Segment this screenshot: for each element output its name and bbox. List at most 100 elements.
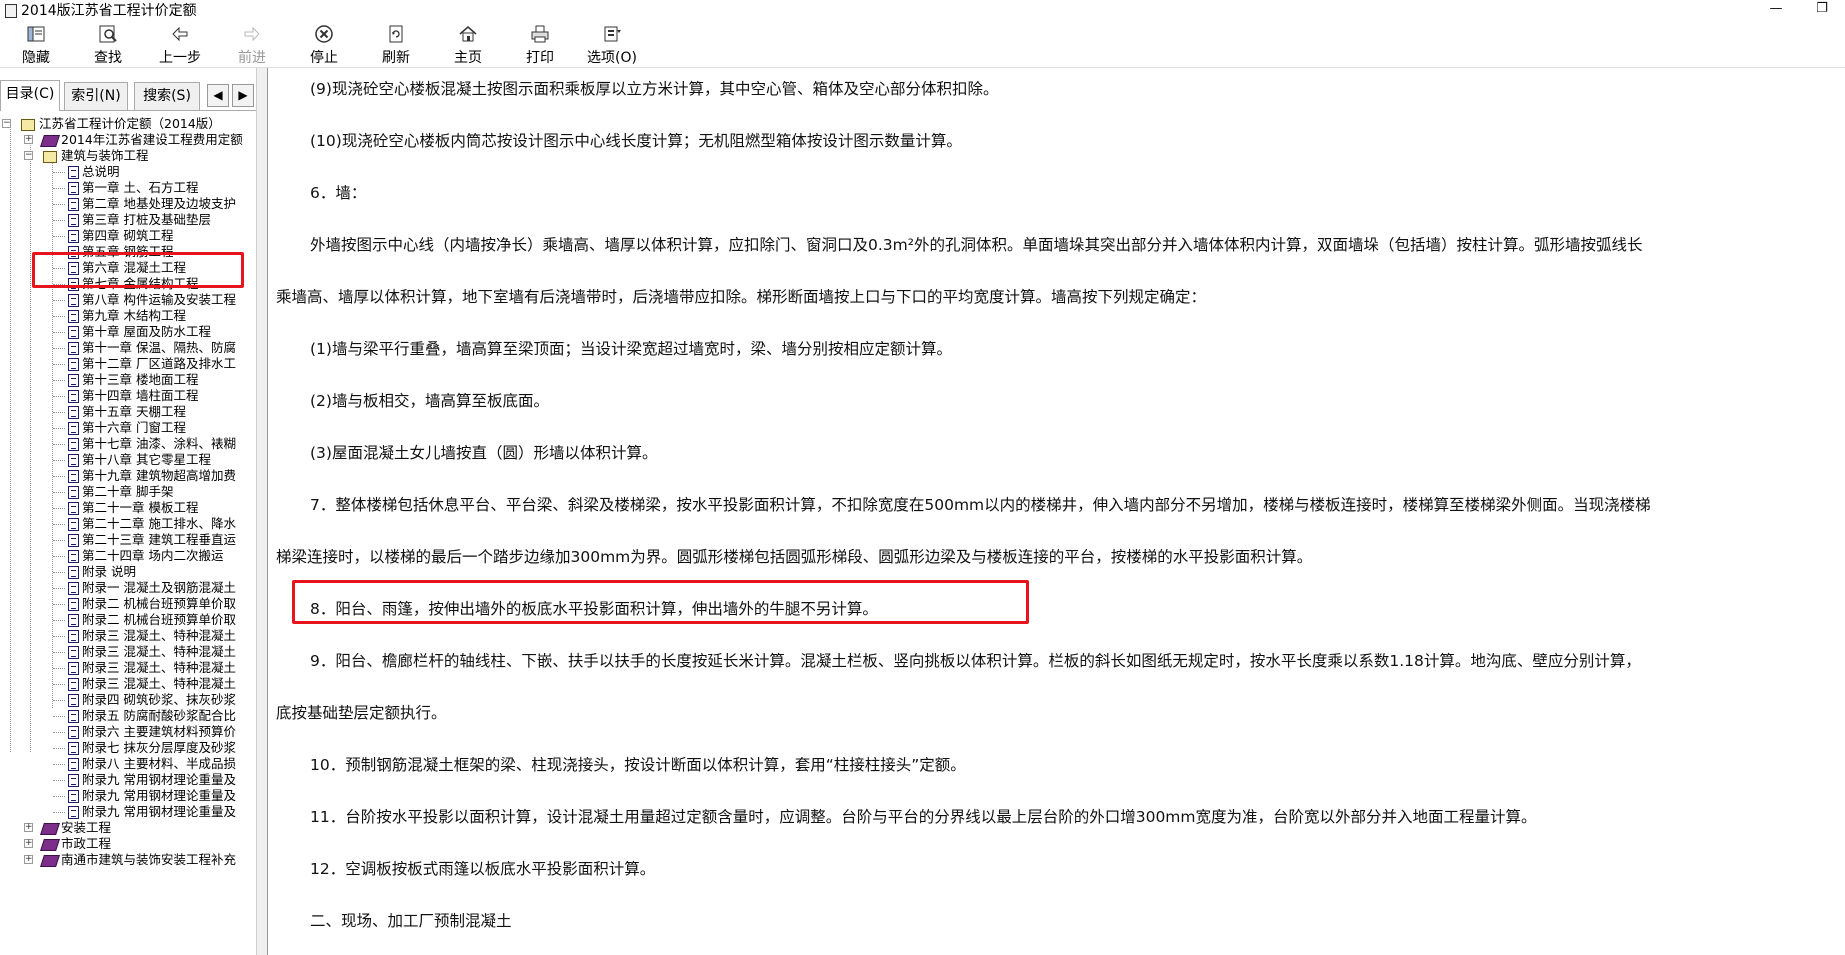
minimize-button[interactable]: —: [1753, 0, 1799, 20]
options-icon: [601, 23, 623, 45]
tree-guide-line: [53, 332, 65, 333]
print-button[interactable]: 打印: [504, 20, 576, 68]
tree-item[interactable]: 附录六 主要建筑材料预算价: [68, 724, 236, 740]
tree-item-label: 附录九 常用钢材理论重量及: [82, 772, 236, 787]
tree-item[interactable]: 第二十三章 建筑工程垂直运: [68, 532, 236, 548]
tree-item[interactable]: 第五章 钢筋工程: [68, 244, 173, 260]
tree-book[interactable]: 安装工程: [42, 820, 111, 836]
tree-item[interactable]: 附录三 混凝土、特种混凝土: [68, 660, 236, 676]
tree-book[interactable]: 建筑与装饰工程: [42, 148, 149, 164]
tree-guide-line: [53, 412, 65, 413]
tab-contents[interactable]: 目录(C): [0, 80, 60, 111]
tree-item[interactable]: 第九章 木结构工程: [68, 308, 186, 324]
page-icon: [68, 485, 79, 499]
tree-item[interactable]: 附录 说明: [68, 564, 136, 580]
tree-item[interactable]: 附录二 机械台班预算单价取: [68, 596, 236, 612]
tab-scroll-right-button[interactable]: ▶: [232, 84, 254, 107]
collapse-icon[interactable]: −: [24, 151, 33, 160]
restore-button[interactable]: ❐: [1799, 0, 1845, 20]
tree-item[interactable]: 附录九 常用钢材理论重量及: [68, 772, 236, 788]
tree-book[interactable]: 市政工程: [42, 836, 111, 852]
tree-item[interactable]: 附录二 机械台班预算单价取: [68, 612, 236, 628]
options-button[interactable]: 选项(O): [576, 20, 648, 68]
tree-item[interactable]: 第七章 金属结构工程: [68, 276, 198, 292]
tree-item-label: 南通市建筑与装饰安装工程补充: [61, 852, 237, 867]
tree-item[interactable]: 第十章 屋面及防水工程: [68, 324, 211, 340]
back-button[interactable]: 上一步: [144, 20, 216, 68]
tree-item[interactable]: 第十二章 厂区道路及排水工: [68, 356, 236, 372]
stop-button[interactable]: 停止: [288, 20, 360, 68]
home-button[interactable]: 主页: [432, 20, 504, 68]
tree-item[interactable]: 附录三 混凝土、特种混凝土: [68, 644, 236, 660]
tree-item-label: 安装工程: [61, 820, 112, 835]
tree-guide-line: [53, 508, 65, 509]
collapse-icon[interactable]: −: [2, 119, 11, 128]
tab-index[interactable]: 索引(N): [64, 82, 128, 110]
tree-item-label: 第十一章 保温、隔热、防腐: [82, 340, 236, 355]
tree-item-label: 附录三 混凝土、特种混凝土: [82, 628, 236, 643]
page-icon: [68, 549, 79, 563]
tree-item[interactable]: 附录三 混凝土、特种混凝土: [68, 628, 236, 644]
tree-item[interactable]: 第十九章 建筑物超高增加费: [68, 468, 236, 484]
expand-icon[interactable]: +: [24, 839, 33, 848]
pane-splitter[interactable]: [256, 68, 268, 955]
expand-icon[interactable]: +: [24, 135, 33, 144]
find-button[interactable]: 查找: [72, 20, 144, 68]
refresh-button[interactable]: 刷新: [360, 20, 432, 68]
tree-guide-line: [53, 700, 65, 701]
tree-item[interactable]: 附录七 抹灰分层厚度及砂浆: [68, 740, 236, 756]
tree-item-label: 第十七章 油漆、涂料、裱糊: [82, 436, 236, 451]
tree-item[interactable]: 第十五章 天棚工程: [68, 404, 186, 420]
tab-search[interactable]: 搜索(S): [134, 82, 200, 110]
tree-book[interactable]: 2014年江苏省建设工程费用定额: [42, 132, 243, 148]
tree-item[interactable]: 附录九 常用钢材理论重量及: [68, 804, 236, 820]
tree-item[interactable]: 第二十章 脚手架: [68, 484, 173, 500]
tree-item[interactable]: 第二十一章 模板工程: [68, 500, 198, 516]
refresh-label: 刷新: [382, 50, 410, 66]
tree-item[interactable]: 第十四章 墙柱面工程: [68, 388, 198, 404]
tree-item[interactable]: 第二十四章 场内二次搬运: [68, 548, 223, 564]
tree-item[interactable]: 第三章 打桩及基础垫层: [68, 212, 211, 228]
tree-guide-line: [53, 764, 65, 765]
tree-item[interactable]: 第二十二章 施工排水、降水: [68, 516, 236, 532]
tree-item[interactable]: 第八章 构件运输及安装工程: [68, 292, 236, 308]
tree-item[interactable]: 附录一 混凝土及钢筋混凝土: [68, 580, 236, 596]
expand-icon[interactable]: +: [24, 823, 33, 832]
tree-book[interactable]: 南通市建筑与装饰安装工程补充: [42, 852, 236, 868]
content-paragraph: 底按基础垫层定额执行。: [276, 704, 447, 722]
book-icon: [42, 838, 58, 850]
tree-item[interactable]: 附录四 砌筑砂浆、抹灰砂浆: [68, 692, 236, 708]
forward-button[interactable]: 前进: [216, 20, 288, 68]
tree-guide-line: [53, 348, 65, 349]
tree-item[interactable]: 第六章 混凝土工程: [68, 260, 186, 276]
tree-item[interactable]: 第四章 砌筑工程: [68, 228, 173, 244]
tree-item[interactable]: 第二章 地基处理及边坡支护: [68, 196, 236, 212]
expand-icon[interactable]: +: [24, 855, 33, 864]
page-icon: [68, 789, 79, 803]
page-icon: [68, 661, 79, 675]
tree-item[interactable]: 第十六章 门窗工程: [68, 420, 186, 436]
tree-item[interactable]: 附录九 常用钢材理论重量及: [68, 788, 236, 804]
forward-label: 前进: [238, 50, 266, 66]
tree-item-label: 附录二 机械台班预算单价取: [82, 612, 236, 627]
tree-item[interactable]: 附录八 主要材料、半成品损: [68, 756, 236, 772]
tab-scroll-left-button[interactable]: ◀: [207, 84, 229, 107]
tree-item[interactable]: 附录五 防腐耐酸砂浆配合比: [68, 708, 236, 724]
tree-item-label: 第十八章 其它零星工程: [82, 452, 211, 467]
tree-item-label: 附录八 主要材料、半成品损: [82, 756, 236, 771]
tree-item[interactable]: 第十七章 油漆、涂料、裱糊: [68, 436, 236, 452]
tree-item[interactable]: 第十三章 楼地面工程: [68, 372, 198, 388]
page-icon: [68, 469, 79, 483]
open-book-icon: [42, 150, 58, 163]
hide-button[interactable]: 隐藏: [0, 20, 72, 68]
page-icon: [68, 501, 79, 515]
page-icon: [68, 405, 79, 419]
tree-item[interactable]: 第十一章 保温、隔热、防腐: [68, 340, 236, 356]
content-paragraph: 8．阳台、雨篷，按伸出墙外的板底水平投影面积计算，伸出墙外的牛腿不另计算。: [310, 600, 878, 618]
tree-guide-line: [53, 380, 65, 381]
tree-item[interactable]: 附录三 混凝土、特种混凝土: [68, 676, 236, 692]
tree-item[interactable]: 总说明: [68, 164, 120, 180]
tree-root[interactable]: 江苏省工程计价定额（2014版）: [20, 116, 221, 132]
tree-item[interactable]: 第十八章 其它零星工程: [68, 452, 211, 468]
tree-item[interactable]: 第一章 土、石方工程: [68, 180, 198, 196]
